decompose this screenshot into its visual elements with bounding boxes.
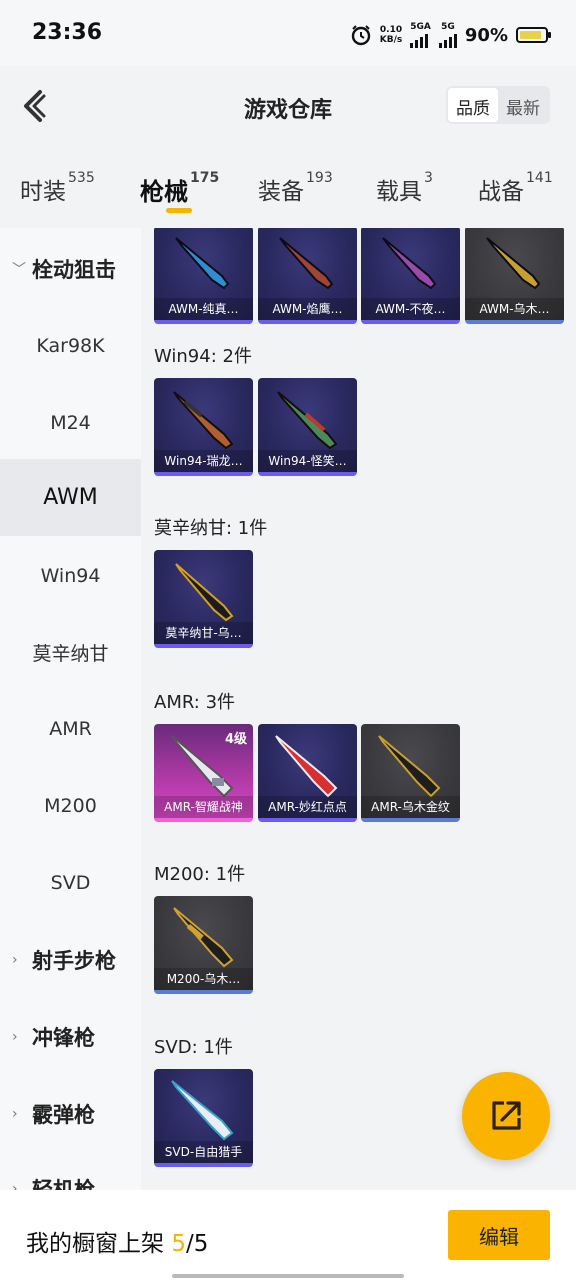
battery-percent: 90% [464, 24, 508, 46]
tab-guns[interactable]: 枪械 175 [140, 170, 219, 207]
tab-equipment[interactable]: 装备193 [258, 170, 333, 206]
weapon-card[interactable]: Win94-瑞龙… [154, 378, 253, 476]
sidebar-item-m24[interactable]: M24 [0, 384, 141, 461]
weapon-card[interactable]: 莫辛纳甘-乌… [154, 550, 253, 648]
rifle-icon [173, 907, 234, 968]
chevron-right-icon: › [12, 1028, 18, 1045]
rifle-icon [171, 735, 234, 798]
sidebar-item-mosin[interactable]: 莫辛纳甘 [0, 614, 141, 691]
rifle-icon [275, 735, 338, 798]
sidebar-group-bolt-sniper[interactable]: ﹀ 栓动狙击 [0, 230, 141, 307]
chevron-right-icon: › [12, 951, 18, 968]
battery-icon [516, 27, 551, 43]
section-title-win94: Win94: 2件 [154, 346, 252, 367]
network-speed: 0.10 KB/s [379, 25, 403, 45]
status-time: 23:36 [32, 20, 103, 45]
rifle-icon [279, 237, 334, 290]
sidebar-item-win94[interactable]: Win94 [0, 537, 141, 614]
sidebar-item-m200[interactable]: M200 [0, 767, 141, 844]
weapon-card[interactable]: AMR-妙红点点 [258, 724, 357, 822]
rifle-icon [378, 735, 441, 798]
home-indicator [172, 1274, 404, 1278]
rifle-icon [175, 237, 230, 290]
weapon-card[interactable]: AMR-乌木金纹 [361, 724, 460, 822]
weapon-card[interactable]: AWM-乌木… [465, 228, 564, 324]
signal-bars-icon [410, 32, 431, 48]
sidebar-item-amr[interactable]: AMR [0, 690, 141, 767]
signal-bars-icon [438, 32, 457, 48]
section-title-mosin: 莫辛纳甘: 1件 [154, 518, 268, 539]
share-export-icon [492, 1101, 521, 1130]
sidebar-group-marksman[interactable]: › 射手步枪 [0, 921, 141, 998]
sidebar-item-awm[interactable]: AWM [0, 459, 141, 536]
sidebar-item-kar98k[interactable]: Kar98K [0, 307, 141, 384]
status-indicators: 0.10 KB/s 5GA 5G 90% [350, 22, 551, 48]
status-bar: 23:36 0.10 KB/s 5GA 5G 90% [0, 0, 576, 66]
sidebar-item-svd[interactable]: SVD [0, 844, 141, 921]
rifle-icon [382, 237, 437, 290]
rifle-icon [175, 563, 234, 622]
chevron-right-icon: › [12, 1105, 18, 1122]
showcase-status: 我的橱窗上架 5/5 [26, 1231, 209, 1257]
sort-newest[interactable]: 最新 [498, 88, 548, 122]
signal-5g: 5G [438, 22, 457, 48]
sort-quality[interactable]: 品质 [448, 88, 498, 122]
weapon-card[interactable]: SVD-自由猎手 [154, 1069, 253, 1167]
weapon-card[interactable]: M200-乌木… [154, 896, 253, 994]
edit-button[interactable]: 编辑 [448, 1210, 550, 1260]
header: 游戏仓库 品质 最新 [0, 66, 576, 150]
rifle-icon [277, 391, 338, 450]
sort-toggle: 品质 最新 [446, 86, 550, 124]
weapon-card[interactable]: 4级 AMR-智耀战神 [154, 724, 253, 822]
signal-5ga: 5GA [410, 22, 431, 48]
active-tab-indicator [166, 208, 192, 213]
weapon-type-sidebar: ﹀ 栓动狙击 Kar98K M24 AWM Win94 莫辛纳甘 AMR M200… [0, 228, 141, 1190]
chevron-down-icon: ﹀ [12, 261, 26, 278]
rifle-icon [486, 237, 541, 290]
weapon-grid: AWM-纯真… AWM-焰鹰… AWM-不夜… AWM-乌木… Win94: 2… [141, 228, 576, 1190]
share-fab-button[interactable] [462, 1072, 550, 1160]
tab-supplies[interactable]: 战备141 [478, 170, 553, 206]
sidebar-group-lmg[interactable]: › 轻机枪 [0, 1150, 141, 1191]
sidebar-group-smg[interactable]: › 冲锋枪 [0, 998, 141, 1075]
bottom-bar: 我的橱窗上架 5/5 编辑 [0, 1190, 576, 1280]
alarm-icon [351, 25, 370, 46]
sidebar-group-shotgun[interactable]: › 霰弹枪 [0, 1075, 141, 1152]
chevron-right-icon: › [12, 1180, 18, 1191]
tab-fashion[interactable]: 时装535 [20, 170, 95, 206]
section-title-svd: SVD: 1件 [154, 1037, 233, 1058]
rifle-icon [173, 391, 234, 450]
weapon-card[interactable]: AWM-焰鹰… [258, 228, 357, 324]
weapon-card[interactable]: AWM-不夜… [361, 228, 460, 324]
weapon-card[interactable]: AWM-纯真… [154, 228, 253, 324]
weapon-card[interactable]: Win94-怪笑… [258, 378, 357, 476]
section-title-amr: AMR: 3件 [154, 692, 236, 713]
tab-vehicles[interactable]: 载具3 [376, 170, 433, 206]
category-tabs: 时装535 枪械 175 装备193 载具3 战备141 [0, 150, 576, 228]
section-title-m200: M200: 1件 [154, 864, 246, 885]
rifle-icon [171, 1080, 234, 1141]
